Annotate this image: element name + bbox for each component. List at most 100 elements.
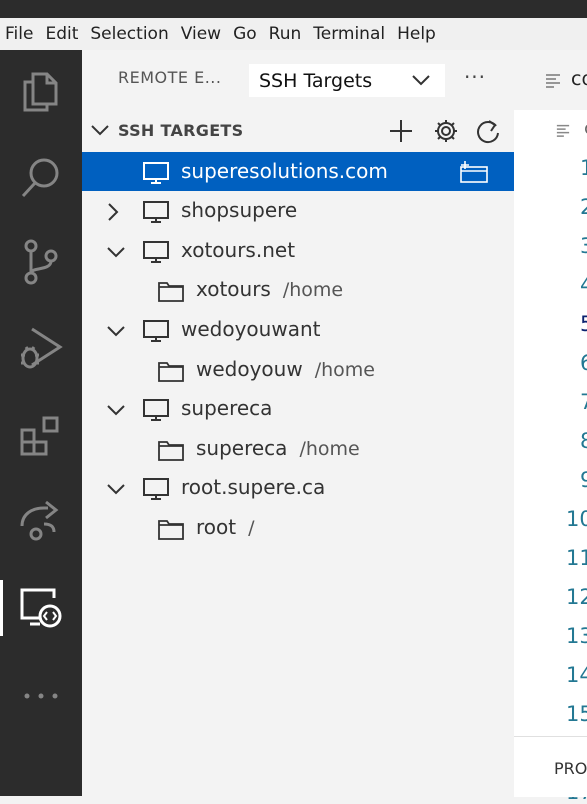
ssh-target-item[interactable]: root.supere.ca xyxy=(82,468,514,507)
folder-icon xyxy=(158,441,184,461)
line-number: 1 xyxy=(580,156,587,180)
folder-icon xyxy=(158,520,184,540)
line-number: 6 xyxy=(580,351,587,375)
line-number: 13 xyxy=(566,624,587,648)
folder-item[interactable]: wedoyouw/home xyxy=(82,350,514,389)
configure-button[interactable] xyxy=(432,117,460,145)
folder-path: /home xyxy=(299,438,360,460)
menu-selection[interactable]: Selection xyxy=(84,18,174,50)
refresh-icon xyxy=(477,120,499,144)
line-number: 9 xyxy=(580,468,587,492)
ssh-target-name: superesolutions.com xyxy=(181,159,388,183)
activity-bar xyxy=(0,50,82,796)
section-title: SSH TARGETS xyxy=(118,121,244,140)
file-lines-icon xyxy=(556,124,570,137)
more-actions-button[interactable]: ··· xyxy=(460,64,490,94)
run-debug-icon xyxy=(21,327,63,369)
folder-item[interactable]: xotours/home xyxy=(82,270,514,309)
folder-label: xotours xyxy=(196,277,271,301)
menu-terminal[interactable]: Terminal xyxy=(307,18,391,50)
folder-label: root xyxy=(196,515,237,539)
line-number: 11 xyxy=(566,546,587,570)
panel-tab-problems[interactable]: PRO xyxy=(554,759,587,778)
menu-edit[interactable]: Edit xyxy=(39,18,84,50)
chevron-right-icon xyxy=(108,203,119,221)
source-control-button[interactable] xyxy=(0,226,82,298)
remote-explorer-button[interactable] xyxy=(0,572,82,644)
folder-item[interactable]: root / xyxy=(82,508,514,547)
editor-area: co c 1 2 3 4 5 6 7 8 9 10 11 12 13 14 15… xyxy=(514,50,587,804)
more-button[interactable] xyxy=(0,660,82,732)
breadcrumb[interactable]: c xyxy=(556,118,587,141)
editor-tab-label[interactable]: co xyxy=(571,68,587,90)
chevron-down-icon xyxy=(107,484,125,495)
extensions-icon xyxy=(20,416,59,456)
title-bar xyxy=(0,0,587,18)
monitor-icon xyxy=(143,478,169,500)
chevron-down-icon xyxy=(412,75,430,86)
folder-path: / xyxy=(248,517,255,539)
chevron-down-icon xyxy=(107,405,125,416)
file-lines-icon xyxy=(546,74,560,88)
refresh-button[interactable] xyxy=(474,117,502,145)
search-button[interactable] xyxy=(0,142,82,214)
folder-name: xotours/home xyxy=(196,277,343,301)
section-header[interactable]: SSH TARGETS xyxy=(82,112,514,150)
ssh-target-item[interactable]: wedoyouwant xyxy=(82,310,514,349)
ssh-target-name: root.supere.ca xyxy=(181,475,326,499)
chevron-down-icon xyxy=(107,247,125,258)
ssh-target-name: supereca xyxy=(181,396,273,420)
line-number: 14 xyxy=(566,663,587,687)
line-number: 7 xyxy=(580,390,587,414)
menu-help[interactable]: Help xyxy=(391,18,442,50)
ssh-target-name: shopsupere xyxy=(181,198,298,222)
line-number: 8 xyxy=(580,429,587,453)
monitor-icon xyxy=(143,241,169,263)
bottom-panel: PRO xyxy=(514,736,587,797)
ssh-target-name: wedoyouwant xyxy=(181,317,321,341)
explorer-icon xyxy=(23,72,58,112)
live-share-icon xyxy=(20,500,59,541)
source-control-icon xyxy=(24,239,58,285)
remote-type-select[interactable]: SSH Targets xyxy=(249,64,445,97)
monitor-icon xyxy=(143,162,169,184)
ssh-target-item[interactable]: shopsupere xyxy=(82,191,514,230)
menu-bar: File Edit Selection View Go Run Terminal… xyxy=(0,18,587,50)
run-debug-button[interactable] xyxy=(0,312,82,384)
menu-go[interactable]: Go xyxy=(227,18,263,50)
extensions-button[interactable] xyxy=(0,400,82,472)
line-number: 10 xyxy=(566,507,587,531)
menu-run[interactable]: Run xyxy=(263,18,308,50)
live-share-button[interactable] xyxy=(0,484,82,556)
explorer-button[interactable] xyxy=(0,56,82,128)
monitor-icon xyxy=(143,320,169,342)
chevron-down-icon xyxy=(107,326,125,337)
add-target-button[interactable] xyxy=(387,117,415,145)
folder-item[interactable]: supereca/home xyxy=(82,429,514,468)
folder-path: /home xyxy=(314,359,375,381)
ssh-target-item[interactable]: superesolutions.com xyxy=(82,152,514,191)
menu-view[interactable]: View xyxy=(175,18,227,50)
line-number: 2 xyxy=(580,195,587,219)
chevron-down-icon xyxy=(91,125,109,136)
editor-tab-bar: co xyxy=(514,50,587,110)
folder-name: root / xyxy=(196,515,255,539)
open-in-new-window-icon[interactable] xyxy=(459,160,489,184)
remote-explorer-icon xyxy=(20,588,62,628)
current-line-number: 5 xyxy=(580,312,587,336)
menu-file[interactable]: File xyxy=(0,18,39,50)
remote-type-value: SSH Targets xyxy=(259,69,373,92)
ssh-target-name: xotours.net xyxy=(181,238,296,262)
remote-explorer-sidebar: REMOTE E... SSH Targets ··· SSH TARGETS xyxy=(82,50,514,796)
ssh-target-item[interactable]: supereca xyxy=(82,389,514,428)
search-icon xyxy=(21,158,59,198)
folder-icon xyxy=(158,282,184,302)
line-number: 3 xyxy=(580,234,587,258)
ssh-target-item[interactable]: xotours.net xyxy=(82,231,514,270)
monitor-icon xyxy=(143,201,169,223)
line-number: 4 xyxy=(580,273,587,297)
folder-name: wedoyouw/home xyxy=(196,357,375,381)
folder-label: supereca xyxy=(196,436,288,460)
line-number: 15 xyxy=(566,702,587,726)
more-icon xyxy=(24,693,58,699)
